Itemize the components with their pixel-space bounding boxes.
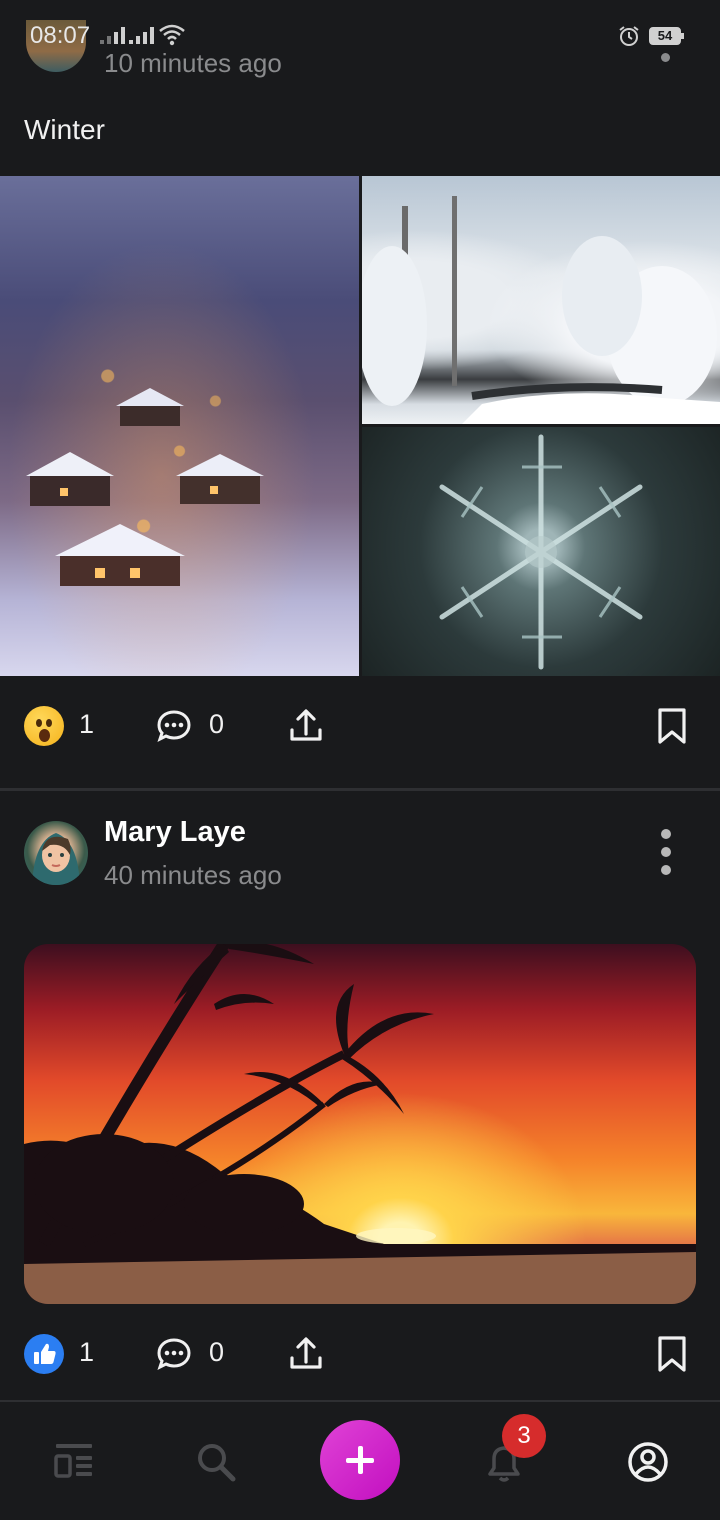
reaction-count: 1 xyxy=(79,709,95,739)
wifi-icon xyxy=(159,24,185,46)
post-actions: 1 0 xyxy=(0,696,720,756)
feed-icon[interactable] xyxy=(52,1440,96,1484)
more-options-icon[interactable] xyxy=(656,826,676,878)
status-time: 08:07 xyxy=(30,22,91,49)
signal-icon xyxy=(129,26,154,44)
add-post-button[interactable] xyxy=(320,1420,400,1500)
image-collage[interactable] xyxy=(0,176,720,676)
share-icon[interactable] xyxy=(286,706,326,746)
search-icon[interactable] xyxy=(194,1440,238,1484)
bookmark-icon[interactable] xyxy=(652,1334,692,1374)
comment-count: 0 xyxy=(209,709,225,739)
comment-icon[interactable] xyxy=(154,1334,194,1374)
share-icon[interactable] xyxy=(286,1334,326,1374)
post-separator xyxy=(0,788,720,791)
profile-icon[interactable] xyxy=(626,1440,670,1484)
photo-forest[interactable] xyxy=(362,176,720,424)
thumbs-up-reaction-icon[interactable] xyxy=(24,1334,64,1374)
reaction-count: 1 xyxy=(79,1337,95,1367)
post-actions: 1 0 xyxy=(0,1324,720,1384)
bookmark-icon[interactable] xyxy=(652,706,692,746)
status-bar: 08:07 54 xyxy=(0,0,720,60)
photo-village[interactable] xyxy=(0,176,359,676)
comment-icon[interactable] xyxy=(154,706,194,746)
post-text: Winter xyxy=(24,114,105,145)
bottom-navigation: 3 xyxy=(0,1402,720,1520)
wow-reaction-icon[interactable] xyxy=(24,706,64,746)
signal-icon xyxy=(100,26,125,44)
battery-indicator: 54 xyxy=(649,27,684,45)
post-image[interactable] xyxy=(24,944,696,1304)
alarm-icon xyxy=(619,26,639,46)
author-name[interactable]: Mary Laye xyxy=(104,816,246,849)
notification-badge: 3 xyxy=(502,1414,546,1458)
photo-snowflake[interactable] xyxy=(362,427,720,676)
comment-count: 0 xyxy=(209,1337,225,1367)
avatar[interactable] xyxy=(24,821,88,885)
post-timestamp: 40 minutes ago xyxy=(104,860,282,890)
